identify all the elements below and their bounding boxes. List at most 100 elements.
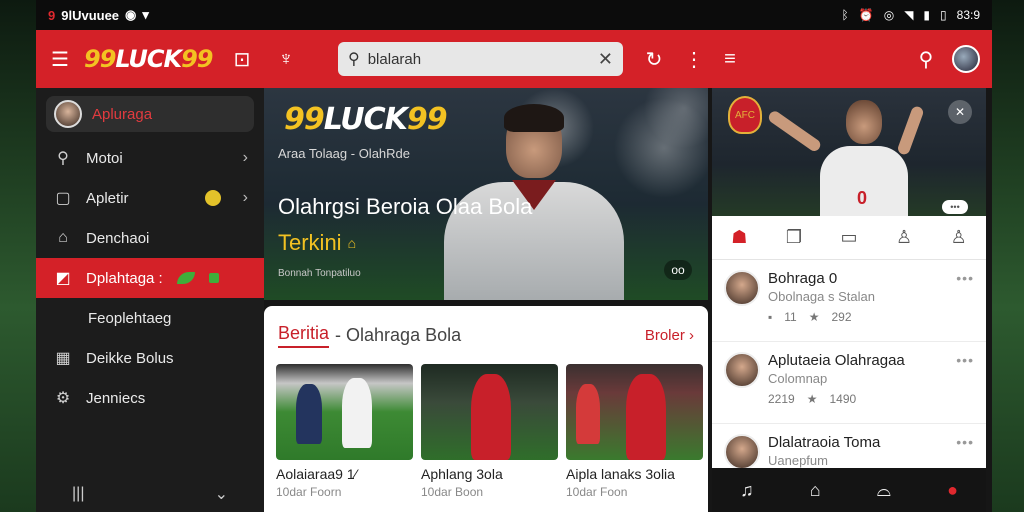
grid-icon: ▦ bbox=[55, 350, 71, 367]
bottom-nav: ♫ ⌂ ⌓ ● bbox=[712, 468, 986, 512]
clear-icon[interactable]: ✕ bbox=[598, 49, 613, 70]
sidebar-item-apletir[interactable]: ▢ Apletir › bbox=[36, 178, 264, 218]
more-horizontal-icon[interactable]: ••• bbox=[956, 434, 974, 458]
player-figure bbox=[471, 374, 511, 460]
bluetooth-icon: ᛒ bbox=[841, 8, 849, 22]
list-item[interactable]: Dlalatraoia Toma Uanepfum ••• bbox=[712, 424, 986, 468]
bell-icon[interactable]: ⌓ bbox=[877, 480, 891, 501]
close-icon[interactable]: ✕ bbox=[948, 100, 972, 124]
right-tabs: ☗ ❐ ▭ ♙ ♙ bbox=[712, 216, 986, 260]
more-vertical-icon[interactable]: ⋮ bbox=[676, 41, 712, 77]
sidebar-item-denchaoi[interactable]: ⌂ Denchaoi bbox=[36, 218, 264, 258]
status-bar: 9 9lUvuuee ◉ ▾ ᛒ ⏰ ◎ ◥ ▮ ▯ 83:9 bbox=[36, 0, 992, 30]
bars-icon[interactable]: ||| bbox=[72, 485, 84, 503]
sidebar-item-label: Feoplehtaeg bbox=[88, 309, 172, 327]
list-item-stats: 2219 ★ 1490 bbox=[768, 392, 948, 406]
right-hero[interactable]: AFC 0 ✕ ••• bbox=[712, 88, 986, 216]
logo-part: 99 bbox=[84, 45, 116, 73]
list-icon[interactable]: ≡ bbox=[712, 41, 748, 77]
avatar[interactable] bbox=[952, 45, 980, 73]
sidebar-item-label: Motoi bbox=[86, 149, 123, 167]
hero-subtitle: Araa Tolaag - OlahRde bbox=[278, 146, 411, 161]
news-card-sub: 10dar Foon bbox=[566, 485, 628, 499]
app-header: ☰ 99LUCK99 ⊡ ♆ ⚲ ✕ ↻ ⋮ ≡ ⚲ bbox=[36, 30, 992, 88]
news-card-image bbox=[566, 364, 703, 460]
chart-icon: ◩ bbox=[55, 270, 71, 287]
trophy-icon[interactable]: ♆ bbox=[268, 41, 304, 77]
background-right bbox=[992, 0, 1024, 512]
right-panel: AFC 0 ✕ ••• ☗ ❐ ▭ ♙ ♙ Bohraga 0 Obolnaga… bbox=[712, 88, 986, 512]
news-card[interactable]: Aolaiaraa9 1⁄ 10dar Foorn bbox=[276, 364, 413, 499]
bookmark-icon[interactable]: ⊡ bbox=[224, 41, 260, 77]
carrier: 9 9lUvuuee ◉ ▾ bbox=[48, 7, 149, 23]
sidebar-item-deikke-bolus[interactable]: ▦ Deikke Bolus bbox=[36, 338, 264, 378]
more-button[interactable]: oo bbox=[664, 260, 692, 280]
sidebar-item-label: Denchaoi bbox=[86, 229, 150, 247]
news-card-image bbox=[421, 364, 558, 460]
menu-icon[interactable]: ☰ bbox=[42, 41, 78, 77]
logo-part: 99 bbox=[406, 102, 448, 137]
list-item-sub: Obolnaga s Stalan bbox=[768, 289, 875, 304]
profile-icon[interactable]: ♙ bbox=[951, 227, 967, 248]
list-item-text: Dlalatraoia Toma Uanepfum bbox=[768, 434, 948, 468]
sidebar: Apluraga ⚲ Motoi › ▢ Apletir › ⌂ Denchao… bbox=[36, 88, 264, 512]
music-icon[interactable]: ♫ bbox=[740, 480, 754, 501]
gear-icon: ⚙ bbox=[55, 390, 71, 407]
star-icon: ★ bbox=[806, 392, 818, 406]
sidebar-item-motoi[interactable]: ⚲ Motoi › bbox=[36, 138, 264, 178]
more-horizontal-icon[interactable]: ••• bbox=[956, 352, 974, 413]
green-square-icon bbox=[208, 273, 219, 283]
avatar bbox=[724, 434, 760, 468]
group-icon[interactable]: ☗ bbox=[731, 227, 747, 248]
news-card[interactable]: Aipla lanaks 3olia 10dar Foon bbox=[566, 364, 703, 499]
chevron-right-icon: › bbox=[242, 149, 248, 166]
user-icon[interactable]: ● bbox=[947, 480, 958, 501]
copy-icon[interactable]: ❐ bbox=[786, 227, 802, 248]
player-arm bbox=[766, 109, 823, 154]
news-card[interactable]: Aphlang 3ola 10dar Boon bbox=[421, 364, 558, 499]
search-input[interactable] bbox=[367, 50, 590, 68]
news-card-title: Aphlang 3ola bbox=[421, 466, 503, 482]
more-horizontal-icon[interactable]: ••• bbox=[956, 270, 974, 331]
player-arm bbox=[896, 104, 925, 157]
news-card-title: Aipla lanaks 3olia bbox=[566, 466, 675, 482]
sidebar-item-label: Deikke Bolus bbox=[86, 349, 174, 367]
app-logo[interactable]: 99LUCK99 bbox=[84, 45, 214, 73]
sidebar-item-dplahtaga[interactable]: ◩ Dplahtaga : bbox=[36, 258, 264, 298]
app-window: 9 9lUvuuee ◉ ▾ ᛒ ⏰ ◎ ◥ ▮ ▯ 83:9 ☰ 99LUCK… bbox=[36, 0, 992, 512]
news-cards: Aolaiaraa9 1⁄ 10dar Foorn Aphlang 3ola 1… bbox=[264, 364, 708, 499]
house-icon: ⌂ bbox=[347, 235, 357, 251]
search-icon: ⚲ bbox=[348, 51, 360, 68]
news-more-link[interactable]: Broler › bbox=[645, 327, 694, 344]
hero-logo: 99LUCK99 bbox=[284, 102, 448, 137]
news-card-sub: 10dar Boon bbox=[421, 485, 484, 499]
sidebar-item-feoplehtaeg[interactable]: Feoplehtaeg bbox=[36, 298, 264, 338]
battery-icon: ▯ bbox=[940, 8, 947, 22]
news-section: Beritia - Olahraga Bola Broler › Aolaiar… bbox=[264, 306, 708, 512]
list-item[interactable]: Bohraga 0 Obolnaga s Stalan ▪ 11 ★ 292 •… bbox=[712, 260, 986, 342]
list-item[interactable]: Aplutaeia Olahragaa Colomnap 2219 ★ 1490… bbox=[712, 342, 986, 424]
bag-icon[interactable]: ⌂ bbox=[810, 480, 821, 501]
comment-icon: ▪ bbox=[768, 310, 773, 324]
signal-icon: ▮ bbox=[923, 8, 931, 22]
refresh-icon[interactable]: ↻ bbox=[636, 41, 672, 77]
news-more-label: Broler bbox=[644, 326, 685, 344]
hero-banner[interactable]: 99LUCK99 Araa Tolaag - OlahRde Olahrgsi … bbox=[264, 88, 708, 300]
right-list: Bohraga 0 Obolnaga s Stalan ▪ 11 ★ 292 •… bbox=[712, 260, 986, 468]
search-icon[interactable]: ⚲ bbox=[908, 41, 944, 77]
more-horizontal-icon[interactable]: ••• bbox=[942, 200, 968, 214]
sidebar-item-jenniecs[interactable]: ⚙ Jenniecs bbox=[36, 378, 264, 418]
club-crest: AFC bbox=[728, 96, 762, 134]
user-icon[interactable]: ♙ bbox=[896, 227, 912, 248]
sidebar-profile[interactable]: Apluraga bbox=[46, 96, 254, 132]
sidebar-item-label: Apletir bbox=[86, 189, 129, 207]
list-item-name: Dlalatraoia Toma bbox=[768, 434, 881, 451]
avatar bbox=[724, 352, 760, 388]
chevron-down-icon[interactable]: ⌄ bbox=[215, 484, 228, 504]
file-icon: ▢ bbox=[55, 190, 71, 207]
stat-value: 292 bbox=[831, 310, 852, 324]
search-bar[interactable]: ⚲ ✕ bbox=[338, 42, 623, 76]
list-item-text: Bohraga 0 Obolnaga s Stalan ▪ 11 ★ 292 bbox=[768, 270, 948, 331]
logo-part: LUCK bbox=[115, 45, 182, 73]
chat-icon[interactable]: ▭ bbox=[840, 227, 857, 248]
